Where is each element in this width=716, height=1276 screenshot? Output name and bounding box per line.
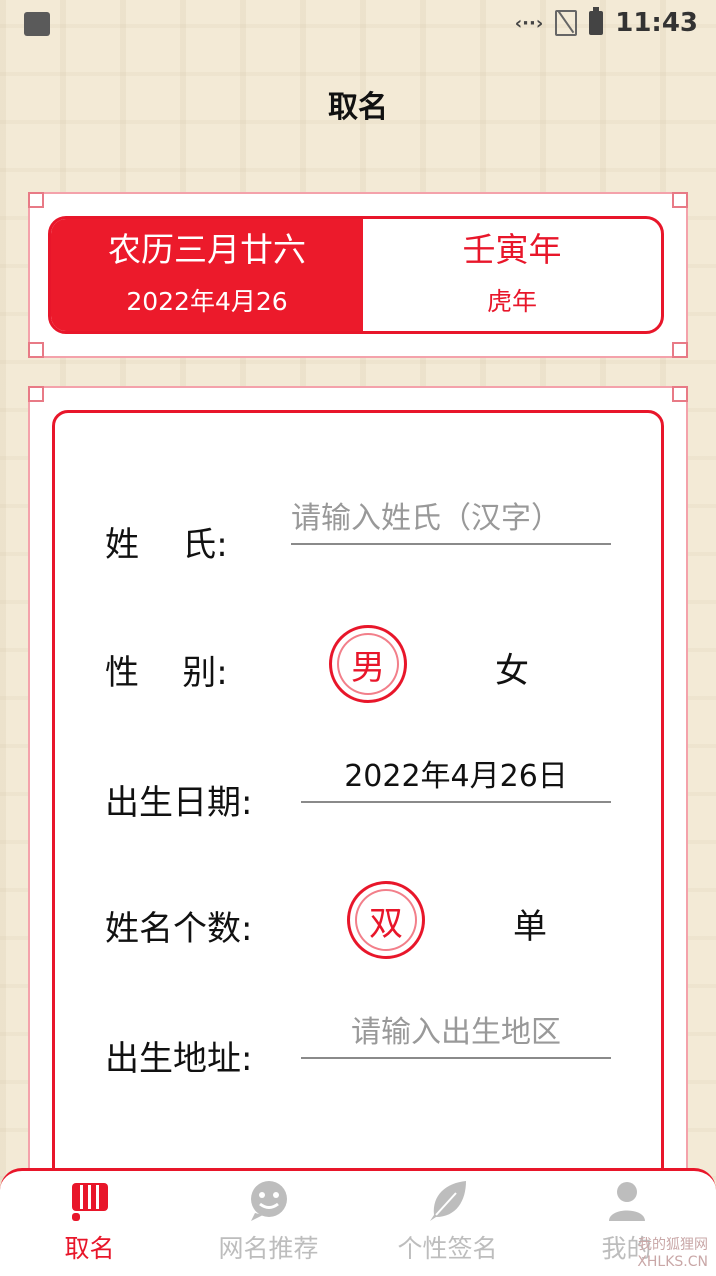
- frame-corner-ornament: [672, 192, 688, 208]
- bottom-tab-bar: 取名 网名推荐 个性签名 我的 我的狐狸网 XHLKS.CN: [0, 1168, 716, 1276]
- solar-date: 2022年4月26: [126, 287, 288, 316]
- name-length-option-double[interactable]: 双: [347, 881, 425, 959]
- naming-scroll-icon: [71, 1183, 108, 1221]
- gender-option-female[interactable]: 女: [495, 643, 529, 692]
- name-length-label: 姓名个数:: [105, 909, 253, 949]
- status-bar: ‹··› 11:43: [0, 0, 716, 50]
- birth-date-label: 出生日期:: [105, 783, 253, 823]
- birth-place-input[interactable]: 请输入出生地区: [301, 1013, 611, 1059]
- lunar-date: 农历三月廿六: [108, 230, 306, 269]
- ganzhi-year: 壬寅年: [462, 230, 562, 269]
- year-panel[interactable]: 壬寅年 虎年: [363, 219, 661, 331]
- frame-corner-ornament: [672, 342, 688, 358]
- birth-place-row: 出生地址: 请输入出生地区: [55, 1013, 667, 1093]
- lunar-date-panel[interactable]: 农历三月廿六 2022年4月26: [51, 219, 363, 331]
- tab-nickname-recommend[interactable]: 网名推荐: [179, 1179, 358, 1265]
- tab-label: 网名推荐: [218, 1234, 319, 1263]
- birth-place-label: 出生地址:: [105, 1039, 253, 1079]
- frame-corner-ornament: [672, 386, 688, 402]
- name-length-row: 姓名个数: 双 单: [55, 881, 667, 963]
- naming-form: 姓 氏: 请输入姓氏（汉字） 性 别: 男 女 出生日期: 2022年4月26日…: [52, 410, 664, 1210]
- frame-corner-ornament: [28, 386, 44, 402]
- tab-signature[interactable]: 个性签名: [358, 1179, 537, 1265]
- gender-option-male[interactable]: 男: [329, 625, 407, 703]
- feather-icon: [429, 1181, 466, 1221]
- tab-naming[interactable]: 取名: [0, 1179, 179, 1265]
- surname-row: 姓 氏: 请输入姓氏（汉字）: [55, 499, 667, 579]
- zodiac-year: 虎年: [486, 287, 537, 316]
- tab-label: 个性签名: [397, 1234, 498, 1263]
- status-time: 11:43: [615, 8, 698, 38]
- user-icon: [608, 1182, 645, 1221]
- tab-label: 取名: [64, 1234, 115, 1263]
- birth-date-row: 出生日期: 2022年4月26日: [55, 757, 667, 837]
- gender-label: 性 别:: [105, 653, 228, 693]
- gender-row: 性 别: 男 女: [55, 625, 667, 707]
- frame-corner-ornament: [28, 342, 44, 358]
- image-notification-icon: [24, 12, 50, 36]
- date-card[interactable]: 农历三月廿六 2022年4月26 壬寅年 虎年: [48, 216, 664, 334]
- birth-date-field[interactable]: 2022年4月26日: [301, 757, 611, 803]
- chat-face-icon: [250, 1181, 287, 1221]
- no-sim-icon: [555, 10, 578, 36]
- watermark-line2: XHLKS.CN: [637, 1254, 708, 1270]
- data-sync-icon: ‹··›: [514, 12, 544, 34]
- site-watermark: 我的狐狸网 XHLKS.CN: [637, 1234, 708, 1270]
- battery-icon: [589, 7, 604, 35]
- surname-label: 姓 氏:: [105, 525, 228, 565]
- page-title: 取名: [328, 90, 388, 125]
- name-length-option-single[interactable]: 单: [513, 899, 547, 948]
- watermark-line1: 我的狐狸网: [638, 1237, 708, 1253]
- surname-input[interactable]: 请输入姓氏（汉字）: [291, 499, 611, 545]
- frame-corner-ornament: [28, 192, 44, 208]
